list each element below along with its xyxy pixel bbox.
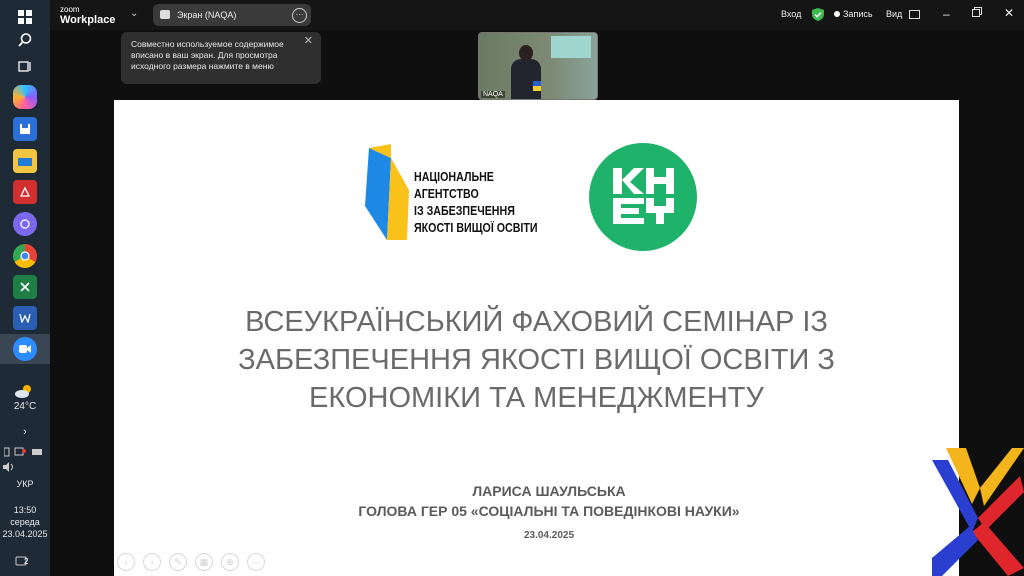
weather-icon[interactable] — [13, 382, 35, 400]
screen-share-label: Экран (NAQA) — [177, 10, 237, 20]
screen-share-icon — [160, 10, 170, 19]
chevron-right-icon[interactable]: › — [0, 427, 50, 438]
more-icon[interactable]: ··· — [247, 553, 265, 571]
seminar-title-line: ЗАБЕЗПЕЧЕННЯ ЯКОСТІ ВИЩОЇ ОСВІТИ З — [238, 344, 835, 376]
signin-button[interactable]: Вход — [781, 9, 801, 19]
excel-icon[interactable] — [13, 275, 37, 299]
participant-person — [511, 45, 541, 99]
speaker-name: ЛАРИСА ШАУЛЬСЬКА — [472, 483, 626, 499]
naqa-logo-text: НАЦІОНАЛЬНЕ АГЕНТСТВО ІЗ ЗАБЕЗПЕЧЕННЯ ЯК… — [414, 168, 538, 236]
participant-name: NAQA — [481, 91, 505, 98]
chrome-icon[interactable] — [13, 244, 37, 268]
slide-date: 23.04.2025 — [523, 530, 575, 541]
clock-day: середа — [10, 517, 40, 527]
shared-slide: НАЦІОНАЛЬНЕ АГЕНТСТВО ІЗ ЗАБЕЗПЕЧЕННЯ ЯК… — [114, 100, 959, 576]
zoom-logo-big: Workplace — [60, 14, 116, 26]
record-dot-icon — [834, 11, 840, 17]
weather-temp: 24°C — [13, 401, 37, 412]
notifications-button[interactable]: 2 — [15, 555, 35, 569]
system-tray-icons[interactable] — [3, 444, 48, 457]
zoom-logo: zoom Workplace — [60, 5, 116, 26]
slides-grid-icon[interactable]: ▦ — [195, 553, 213, 571]
windows-taskbar: 24°C › УКР 13:50 середа 23.04.2025 2 — [0, 0, 50, 576]
grid-view-icon — [908, 10, 920, 20]
viber-icon[interactable] — [13, 212, 37, 236]
seminar-title-line: ЕКОНОМІКИ ТА МЕНЕДЖМЕНТУ — [309, 382, 764, 414]
ukraine-flag-icon — [533, 81, 541, 91]
channel-logo-icon — [932, 448, 1024, 576]
tooltip-message: Совместно используемое содержимое вписан… — [131, 39, 284, 71]
naqa-line: АГЕНТСТВО — [414, 186, 479, 201]
copilot-icon[interactable] — [13, 85, 37, 109]
prev-slide-icon[interactable]: ‹ — [117, 553, 135, 571]
search-icon[interactable] — [13, 28, 37, 52]
speaker-role: ГОЛОВА ГЕР 05 «СОЦІАЛЬНІ ТА ПОВЕДІНКОВІ … — [358, 503, 740, 519]
pen-icon[interactable]: ✎ — [169, 553, 187, 571]
windows-start-icon[interactable] — [13, 5, 37, 29]
record-label: Запись — [843, 9, 873, 19]
video-whiteboard — [551, 36, 591, 58]
restore-window-icon[interactable] — [972, 7, 982, 19]
clock-time[interactable]: 13:50 — [0, 505, 50, 516]
task-view-icon[interactable] — [13, 55, 37, 79]
tooltip-close-icon[interactable]: ✕ — [304, 36, 313, 47]
zoom-topbar: zoom Workplace ⌄ Экран (NAQA) ··· Вход З… — [50, 0, 1024, 30]
pdf-reader-icon[interactable] — [13, 180, 37, 204]
naqa-line: ІЗ ЗАБЕЗПЕЧЕННЯ — [414, 203, 515, 218]
naqa-line: НАЦІОНАЛЬНЕ — [414, 169, 494, 184]
speaker-info: ЛАРИСА ШАУЛЬСЬКА ГОЛОВА ГЕР 05 «СОЦІАЛЬН… — [114, 481, 984, 521]
kneu-logo-icon — [589, 143, 697, 251]
fit-to-screen-tooltip: Совместно используемое содержимое вписан… — [121, 32, 321, 84]
chevron-down-icon[interactable]: ⌄ — [130, 8, 138, 19]
clock-date: 23.04.2025 — [2, 529, 48, 539]
volume-icon[interactable] — [3, 459, 15, 472]
seminar-title: ВСЕУКРАЇНСЬКИЙ ФАХОВИЙ СЕМІНАР ІЗ ЗАБЕЗП… — [114, 303, 959, 417]
view-button[interactable]: Вид — [886, 9, 920, 20]
close-icon[interactable]: ✕ — [1004, 6, 1014, 20]
naqa-line: ЯКОСТІ ВИЩОЇ ОСВІТИ — [414, 220, 538, 235]
shield-check-icon — [812, 8, 824, 23]
notification-count: 2 — [24, 557, 29, 566]
zoom-in-icon[interactable]: ⊕ — [221, 553, 239, 571]
next-slide-icon[interactable]: › — [143, 553, 161, 571]
file-explorer-icon[interactable] — [13, 149, 37, 173]
seminar-title-line: ВСЕУКРАЇНСЬКИЙ ФАХОВИЙ СЕМІНАР ІЗ — [245, 306, 828, 338]
word-icon[interactable] — [13, 306, 37, 330]
zoom-app-icon[interactable] — [13, 337, 37, 361]
save-app-icon[interactable] — [13, 117, 37, 141]
naqa-logo-icon — [365, 144, 409, 240]
more-options-icon[interactable]: ··· — [292, 8, 307, 23]
minimize-icon[interactable]: – — [943, 7, 950, 21]
participant-video[interactable]: NAQA — [478, 32, 598, 100]
screen-share-pill[interactable]: Экран (NAQA) ··· — [153, 4, 311, 26]
view-label: Вид — [886, 9, 903, 19]
record-button[interactable]: Запись — [834, 9, 873, 19]
keyboard-language[interactable]: УКР — [0, 479, 50, 490]
